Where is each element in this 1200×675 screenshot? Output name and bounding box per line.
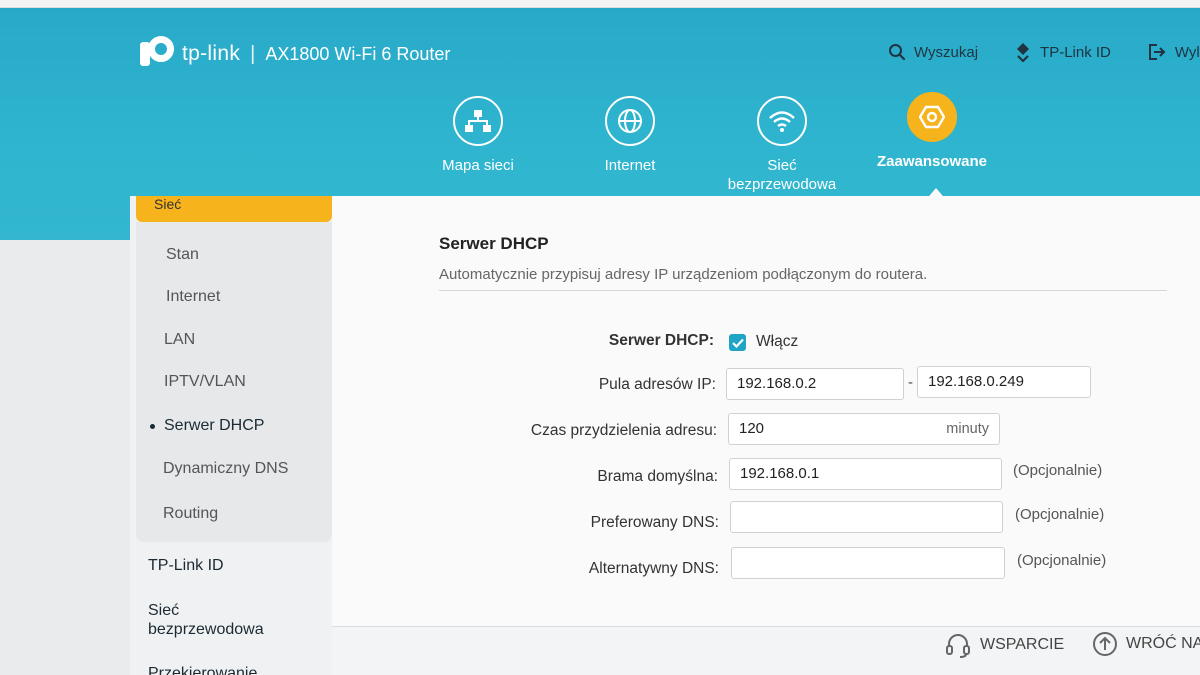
search-icon xyxy=(889,44,906,61)
main-nav: Mapa sieci Internet Sieć bezprzewodowa Z… xyxy=(420,92,1020,196)
search-link[interactable]: Wyszukaj xyxy=(888,43,978,61)
sidebar-item-network-label: Sieć xyxy=(154,196,182,212)
top-links: Wyszukaj TP-Link ID Wyl xyxy=(888,42,1200,62)
lease-time-unit: minuty xyxy=(946,421,989,437)
page-description: Automatycznie przypisuj adresy IP urządz… xyxy=(439,266,928,283)
nav-advanced-label: Zaawansowane xyxy=(876,153,988,170)
active-bullet xyxy=(150,424,155,429)
lease-time-row: Czas przydzielenia adresu: xyxy=(432,415,717,447)
dhcp-enable-checkbox[interactable] xyxy=(729,334,746,351)
nav-wireless[interactable]: Sieć bezprzewodowa xyxy=(720,96,844,194)
preferred-dns-label: Preferowany DNS: xyxy=(590,514,719,531)
sidebar-item-lan[interactable]: LAN xyxy=(164,331,195,349)
sidebar-item-wireless-line1: Sieć xyxy=(148,602,180,619)
gateway-label: Brama domyślna: xyxy=(597,468,718,485)
brand-name: tp-link xyxy=(182,42,241,65)
nav-internet-label: Internet xyxy=(604,157,656,174)
logout-link[interactable]: Wyl xyxy=(1147,43,1200,61)
alternate-dns-optional-note: (Opcjonalnie) xyxy=(1017,552,1107,569)
sidebar-item-dhcp-server[interactable]: Serwer DHCP xyxy=(150,417,265,435)
divider xyxy=(439,290,1167,291)
alternate-dns-label: Alternatywny DNS: xyxy=(588,560,719,577)
tplink-id-icon xyxy=(1017,43,1030,62)
alternate-dns-row: Alternatywny DNS: xyxy=(432,553,719,585)
ip-pool-row: Pula adresów IP: xyxy=(432,369,716,401)
lease-time-value: 120 xyxy=(739,420,765,437)
sidebar-item-internet[interactable]: Internet xyxy=(166,288,220,306)
nav-wireless-label-line1: Sieć xyxy=(767,157,797,174)
nav-advanced[interactable]: Zaawansowane xyxy=(870,92,994,171)
sidebar-item-network[interactable]: Sieć xyxy=(136,196,332,222)
logo[interactable]: tp-link | AX1800 Wi-Fi 6 Router xyxy=(138,36,450,72)
network-map-icon xyxy=(453,96,503,146)
preferred-dns-input[interactable] xyxy=(730,501,1003,533)
tplink-id-link[interactable]: TP-Link ID xyxy=(1014,42,1111,62)
sidebar-item-dhcp-server-label: Serwer DHCP xyxy=(164,417,265,434)
gateway-row: Brama domyślna: xyxy=(432,461,718,493)
main-content: Serwer DHCP Automatycznie przypisuj adre… xyxy=(332,196,1200,626)
back-to-top-label: WRÓĆ NA xyxy=(1126,635,1200,652)
browser-top-strip xyxy=(0,0,1200,8)
nav-wireless-label-line2: bezprzewodowa xyxy=(727,176,837,193)
nav-network-map[interactable]: Mapa sieci xyxy=(438,96,518,175)
support-link-label: WSPARCIE xyxy=(980,636,1065,653)
sidebar-item-routing[interactable]: Routing xyxy=(163,505,218,523)
title-separator: | xyxy=(250,42,256,65)
wifi-icon xyxy=(757,96,807,146)
alternate-dns-input[interactable] xyxy=(731,547,1005,579)
lease-time-label: Czas przydzielenia adresu: xyxy=(530,422,717,439)
search-link-label: Wyszukaj xyxy=(914,43,979,61)
footer-bar: WSPARCIE WRÓĆ NA xyxy=(332,626,1200,675)
arrow-up-circle-icon xyxy=(1093,632,1117,656)
ip-pool-start-input[interactable]: 192.168.0.2 xyxy=(726,368,904,400)
gear-icon xyxy=(907,92,957,142)
support-link[interactable]: WSPARCIE xyxy=(944,631,1064,659)
sidebar-item-tplink-id[interactable]: TP-Link ID xyxy=(148,556,224,575)
sidebar-item-wireless-line2: bezprzewodowa xyxy=(148,621,264,638)
preferred-dns-optional-note: (Opcjonalnie) xyxy=(1015,506,1105,523)
sidebar-item-wireless[interactable]: Sieć bezprzewodowa xyxy=(148,601,264,639)
router-model: AX1800 Wi-Fi 6 Router xyxy=(265,43,451,64)
dhcp-enable-label: Włącz xyxy=(756,333,799,350)
ip-pool-end-input[interactable]: 192.168.0.249 xyxy=(917,366,1091,398)
sidebar: Sieć Stan Internet LAN IPTV/VLAN Serwer … xyxy=(130,196,332,675)
logout-icon xyxy=(1148,44,1166,60)
back-to-top-link[interactable]: WRÓĆ NA xyxy=(1092,631,1200,657)
sidebar-submenu: Stan Internet LAN IPTV/VLAN Serwer DHCP … xyxy=(136,222,332,542)
nav-network-map-label: Mapa sieci xyxy=(442,157,514,174)
dhcp-server-label: Serwer DHCP: xyxy=(608,332,714,349)
tplink-id-link-label: TP-Link ID xyxy=(1040,43,1111,61)
sidebar-item-status[interactable]: Stan xyxy=(166,246,199,264)
globe-icon xyxy=(605,96,655,146)
sidebar-item-iptv-vlan[interactable]: IPTV/VLAN xyxy=(164,373,246,391)
gateway-input[interactable]: 192.168.0.1 xyxy=(729,458,1002,490)
tplink-logo-icon xyxy=(138,36,178,72)
page-title: Serwer DHCP xyxy=(439,234,549,253)
ip-pool-label: Pula adresów IP: xyxy=(598,376,716,393)
dhcp-server-row: Serwer DHCP: xyxy=(432,325,714,357)
headset-icon xyxy=(946,634,970,658)
gateway-optional-note: (Opcjonalnie) xyxy=(1013,462,1103,479)
preferred-dns-row: Preferowany DNS: xyxy=(432,507,719,539)
check-icon xyxy=(731,338,744,348)
logout-link-label: Wyl xyxy=(1174,43,1200,61)
sidebar-item-ddns[interactable]: Dynamiczny DNS xyxy=(163,460,288,478)
sidebar-item-forwarding[interactable]: Przekierowanie xyxy=(148,664,257,675)
lease-time-input[interactable]: 120 minuty xyxy=(728,413,1000,445)
ip-pool-dash: - xyxy=(908,374,913,391)
nav-internet[interactable]: Internet xyxy=(590,96,670,175)
